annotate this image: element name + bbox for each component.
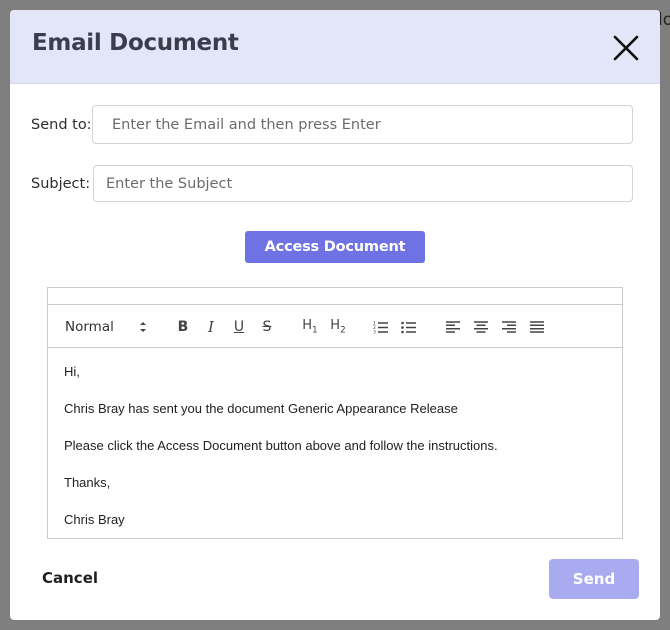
heading-1-icon: H1 xyxy=(302,318,318,336)
body-line-greeting: Hi, xyxy=(64,364,80,379)
ordered-list-button[interactable]: 1 2 3 xyxy=(370,305,392,349)
heading-1-button[interactable]: H1 xyxy=(298,305,322,349)
align-left-icon xyxy=(446,321,460,333)
close-icon xyxy=(613,35,639,61)
align-right-button[interactable] xyxy=(498,305,520,349)
underline-button[interactable]: U xyxy=(228,305,250,349)
select-arrows-icon xyxy=(140,322,146,332)
bold-button[interactable]: B xyxy=(172,305,194,349)
heading-2-button[interactable]: H2 xyxy=(326,305,350,349)
strike-button[interactable]: S xyxy=(256,305,278,349)
italic-button[interactable]: I xyxy=(200,305,222,349)
email-document-dialog: Email Document Send to: Subject: Access … xyxy=(10,10,660,620)
bullet-list-button[interactable] xyxy=(398,305,420,349)
access-document-button[interactable]: Access Document xyxy=(245,231,425,263)
svg-text:3: 3 xyxy=(373,330,376,335)
dialog-title: Email Document xyxy=(32,30,239,56)
bold-icon: B xyxy=(177,319,189,335)
close-button[interactable] xyxy=(610,32,642,64)
align-justify-icon xyxy=(530,321,544,333)
align-right-icon xyxy=(502,321,516,333)
body-line-thanks: Thanks, xyxy=(64,475,111,490)
cancel-button[interactable]: Cancel xyxy=(42,569,98,587)
body-line-instructions: Please click the Access Document button … xyxy=(64,438,498,453)
align-justify-button[interactable] xyxy=(526,305,548,349)
dialog-header: Email Document xyxy=(10,10,660,84)
subject-label: Subject: xyxy=(31,176,91,192)
subject-input[interactable] xyxy=(93,165,633,202)
send-button[interactable]: Send xyxy=(549,559,639,599)
body-line-signature: Chris Bray xyxy=(64,512,125,527)
send-to-label: Send to: xyxy=(31,117,92,133)
align-left-button[interactable] xyxy=(442,305,464,349)
underline-icon: U xyxy=(233,319,245,335)
strikethrough-icon: S xyxy=(262,319,272,335)
format-select-value: Normal xyxy=(65,319,114,335)
align-center-button[interactable] xyxy=(470,305,492,349)
bullet-list-icon xyxy=(401,321,416,334)
align-center-icon xyxy=(474,321,488,333)
send-to-input[interactable] xyxy=(92,105,633,144)
editor-toolbar: Normal B I U S H1 H2 1 2 3 xyxy=(47,304,623,348)
ordered-list-icon: 1 2 3 xyxy=(373,321,388,335)
body-line-intro: Chris Bray has sent you the document Gen… xyxy=(64,401,458,416)
heading-2-icon: H2 xyxy=(330,318,346,336)
email-body-editor[interactable]: Hi, Chris Bray has sent you the document… xyxy=(47,347,623,539)
italic-icon: I xyxy=(208,318,214,336)
editor-top-strip xyxy=(47,287,623,304)
format-select[interactable]: Normal xyxy=(56,305,152,349)
